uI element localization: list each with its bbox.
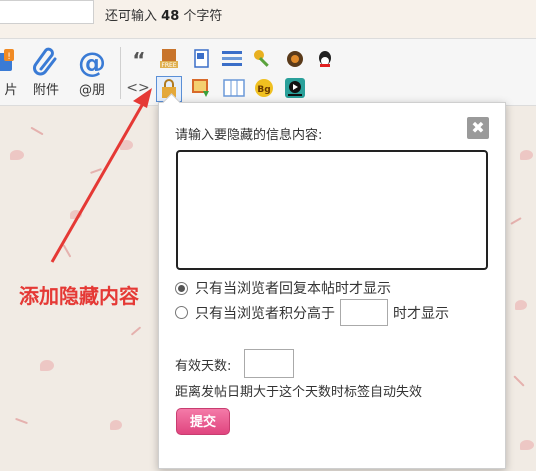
option-score-radio[interactable]: [175, 306, 188, 319]
option-reply-row[interactable]: 只有当浏览者回复本帖时才显示: [175, 278, 391, 298]
days-label: 有效天数:: [175, 359, 232, 374]
hidden-content-textarea[interactable]: [176, 150, 488, 270]
option-score-row[interactable]: 只有当浏览者积分高于 时才显示: [175, 299, 449, 326]
days-hint: 距离发帖日期大于这个天数时标签自动失效: [175, 385, 423, 400]
option-score-suffix: 时才显示: [393, 305, 449, 322]
option-reply-label: 只有当浏览者回复本帖时才显示: [195, 281, 391, 297]
annotation-text: 添加隐藏内容: [19, 284, 139, 308]
hide-content-label: 请输入要隐藏的信息内容:: [175, 128, 323, 143]
option-score-prefix: 只有当浏览者积分高于: [195, 305, 335, 322]
close-icon[interactable]: ✖: [467, 117, 489, 139]
hide-content-dialog: 请输入要隐藏的信息内容: ✖ 只有当浏览者回复本帖时才显示 只有当浏览者积分高于…: [158, 93, 506, 469]
submit-button[interactable]: 提交: [176, 408, 230, 435]
days-input[interactable]: [244, 349, 294, 378]
score-input[interactable]: [340, 299, 388, 326]
option-reply-radio[interactable]: [175, 281, 188, 295]
